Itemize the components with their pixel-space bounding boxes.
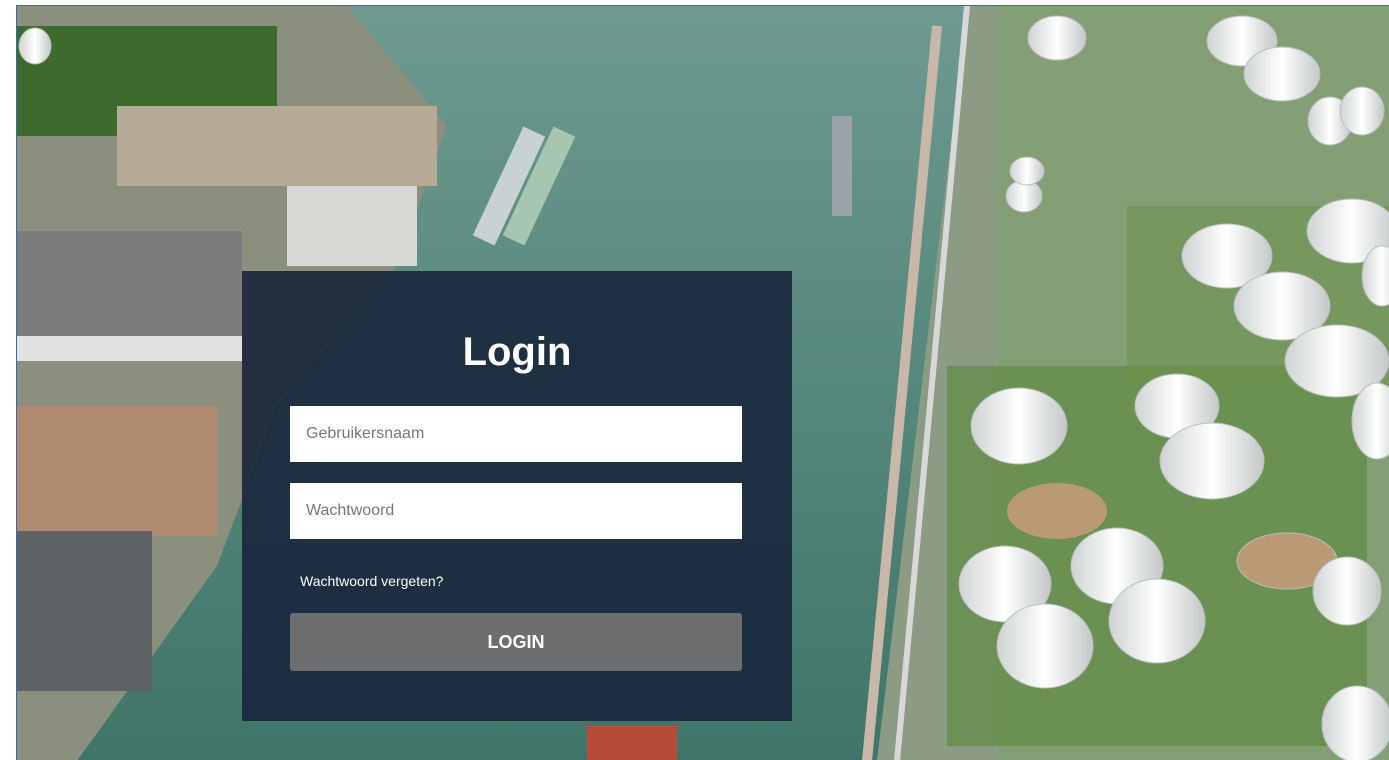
- login-button[interactable]: LOGIN: [290, 613, 742, 671]
- username-input[interactable]: [290, 406, 742, 462]
- forgot-password-link[interactable]: Wachtwoord vergeten?: [300, 571, 443, 591]
- password-input[interactable]: [290, 483, 742, 539]
- login-panel: Login Wachtwoord vergeten? LOGIN: [242, 271, 792, 721]
- page-frame: Login Wachtwoord vergeten? LOGIN: [16, 5, 1389, 760]
- login-title: Login: [462, 330, 572, 374]
